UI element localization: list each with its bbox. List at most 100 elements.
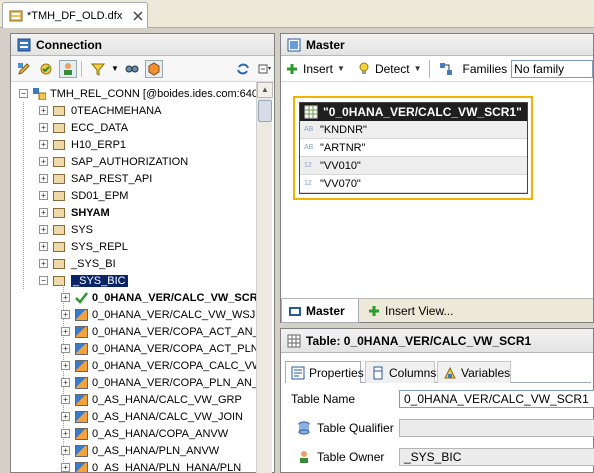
tree-schema-item[interactable]: + SYS <box>39 221 93 238</box>
tree-view-item[interactable]: +0_0HANA_VER/CALC_VW_SCR <box>61 289 258 306</box>
collapse-icon[interactable]: − <box>39 276 48 285</box>
detect-label: Detect <box>374 61 410 76</box>
tree-view-item[interactable]: +0_AS_HANA/CALC_VW_JOIN <box>61 408 243 425</box>
tree-view-item[interactable]: +0_0HANA_VER/COPA_ACT_PLN_C <box>61 340 259 357</box>
tree-schema-item[interactable]: + ECC_DATA <box>39 119 128 136</box>
tree-schema-item[interactable]: − _SYS_BIC <box>39 272 128 289</box>
calculation-view-icon <box>75 325 88 338</box>
expand-icon[interactable]: + <box>61 463 70 472</box>
close-icon[interactable] <box>132 10 144 22</box>
table-owner-field[interactable]: _SYS_BIC <box>399 448 594 466</box>
tab-columns[interactable]: Columns <box>365 361 437 383</box>
expand-icon[interactable]: + <box>61 395 70 404</box>
families-select[interactable]: No family <box>511 59 593 78</box>
expand-icon[interactable]: + <box>39 174 48 183</box>
expand-icon[interactable]: + <box>61 446 70 455</box>
expand-icon[interactable]: + <box>39 140 48 149</box>
master-pane-header: Master <box>281 34 593 56</box>
master-tab-bar: Master Insert View... <box>281 298 593 323</box>
tree-view-label: 0_AS_HANA/PLN_HANA/PLN <box>92 461 242 473</box>
table-column-row[interactable]: 12 "VV070" <box>300 175 527 193</box>
tree-view-label: 0_0HANA_VER/COPA_ACT_PLN_C <box>92 342 259 355</box>
expand-icon[interactable]: + <box>39 123 48 132</box>
edit-connection-icon[interactable] <box>15 60 33 78</box>
tree-view-item[interactable]: +0_AS_HANA/COPA_ANVW <box>61 425 228 442</box>
tree-view-item[interactable]: +0_0HANA_VER/COPA_CALC_VW <box>61 357 259 374</box>
expand-icon[interactable]: + <box>39 259 48 268</box>
table-columns: AB "KNDNR" AB "ARTNR" 12 "VV010" 12 "VV070" <box>300 121 527 193</box>
tree-view-item[interactable]: +0_AS_HANA/CALC_VW_GRP <box>61 391 242 408</box>
expand-icon[interactable]: + <box>39 242 48 251</box>
detect-button[interactable]: Detect <box>357 62 410 76</box>
expand-icon[interactable]: + <box>39 208 48 217</box>
expand-icon[interactable]: + <box>61 293 70 302</box>
expand-icon[interactable]: + <box>61 344 70 353</box>
table-qualifier-label: Table Qualifier <box>317 421 394 435</box>
tab-master[interactable]: Master <box>281 299 359 323</box>
tree-schema-item[interactable]: + SHYAM <box>39 204 110 221</box>
expand-icon[interactable]: + <box>61 327 70 336</box>
tab-insert-view[interactable]: Insert View... <box>361 299 459 323</box>
editor-tab[interactable]: *TMH_DF_OLD.dfx <box>2 2 148 28</box>
detect-dropdown-icon[interactable]: ▼ <box>414 64 422 73</box>
show-table-icon[interactable] <box>145 59 163 78</box>
table-name-field[interactable]: 0_0HANA_VER/CALC_VW_SCR1 <box>399 390 594 408</box>
column-type-icon: 12 <box>304 180 312 187</box>
collapse-all-icon[interactable] <box>256 60 274 78</box>
table-node-header[interactable]: "0_0HANA_VER/CALC_VW_SCR1" ▼ <box>300 103 541 121</box>
tree-schema-item[interactable]: +0TEACHMEHANA <box>39 102 161 119</box>
insert-button[interactable]: Insert <box>285 62 333 76</box>
table-column-row[interactable]: 12 "VV010" <box>300 157 527 175</box>
expand-icon[interactable]: + <box>61 429 70 438</box>
tree-root-connection[interactable]: − TMH_REL_CONN [@boides.ides.com:6400 <box>19 85 259 102</box>
insert-dropdown-icon[interactable]: ▼ <box>337 64 345 73</box>
tree-schema-item[interactable]: + SD01_EPM <box>39 187 128 204</box>
tree-schema-item[interactable]: + SAP_REST_API <box>39 170 152 187</box>
table-icon <box>287 334 301 348</box>
layout-icon[interactable] <box>437 60 455 78</box>
table-qualifier-field[interactable] <box>399 419 594 437</box>
show-users-icon[interactable] <box>59 59 77 78</box>
connection-icon <box>17 38 31 52</box>
user-icon <box>297 450 311 464</box>
tab-variables[interactable]: Variables <box>437 361 511 383</box>
tree-view-item[interactable]: +0_AS_HANA/PLN_ANVW <box>61 442 219 459</box>
tree-view-item[interactable]: +0_0HANA_VER/CALC_VW_WSJ <box>61 306 255 323</box>
tab-properties[interactable]: Properties <box>285 361 364 383</box>
tree-view-item[interactable]: +0_0HANA_VER/COPA_ACT_AN_V <box>61 323 259 340</box>
master-canvas[interactable]: "0_0HANA_VER/CALC_VW_SCR1" ▼ AB "KNDNR" AB… <box>281 83 593 298</box>
expand-icon[interactable]: + <box>61 361 70 370</box>
tree-view-item[interactable]: +0_0HANA_VER/COPA_PLN_AN_V <box>61 374 259 391</box>
tree-view-item[interactable]: +0_AS_HANA/PLN_HANA/PLN <box>61 459 242 473</box>
tree-schema-item[interactable]: + H10_ERP1 <box>39 136 126 153</box>
tree-schema-item[interactable]: + _SYS_BI <box>39 255 116 272</box>
expand-icon[interactable]: + <box>39 191 48 200</box>
refresh-structure-icon[interactable] <box>37 60 55 78</box>
separator <box>81 60 85 77</box>
tree-vertical-scrollbar[interactable]: ▲ <box>256 82 273 473</box>
filter-icon[interactable] <box>89 60 107 78</box>
calculation-view-icon <box>75 342 88 355</box>
scroll-up-arrow[interactable]: ▲ <box>257 82 273 98</box>
table-node[interactable]: "0_0HANA_VER/CALC_VW_SCR1" ▼ AB "KNDNR" AB… <box>299 102 541 194</box>
expand-icon[interactable]: + <box>39 106 48 115</box>
tree-schema-item[interactable]: + SAP_AUTHORIZATION <box>39 153 188 170</box>
table-menu-icon[interactable]: ▼ <box>532 107 546 117</box>
expand-icon[interactable]: + <box>61 378 70 387</box>
tree-schema-item[interactable]: + SYS_REPL <box>39 238 128 255</box>
tab-columns-label: Columns <box>389 365 437 380</box>
expand-icon[interactable]: + <box>61 310 70 319</box>
expand-icon[interactable]: + <box>39 225 48 234</box>
expand-icon[interactable]: + <box>61 412 70 421</box>
tree-view-label: 0_0HANA_VER/CALC_VW_SCR <box>92 291 258 304</box>
filter-dropdown-icon[interactable]: ▼ <box>111 60 119 78</box>
table-node-selected[interactable]: "0_0HANA_VER/CALC_VW_SCR1" ▼ AB "KNDNR" AB… <box>293 96 541 200</box>
table-column-row[interactable]: AB "ARTNR" <box>300 139 527 157</box>
expand-icon[interactable]: + <box>39 157 48 166</box>
collapse-icon[interactable]: − <box>19 89 28 98</box>
table-column-row[interactable]: AB "KNDNR" <box>300 121 527 139</box>
scroll-thumb[interactable] <box>258 100 272 122</box>
schema-icon <box>53 190 65 201</box>
find-icon[interactable] <box>123 60 141 78</box>
sync-icon[interactable] <box>234 60 252 78</box>
